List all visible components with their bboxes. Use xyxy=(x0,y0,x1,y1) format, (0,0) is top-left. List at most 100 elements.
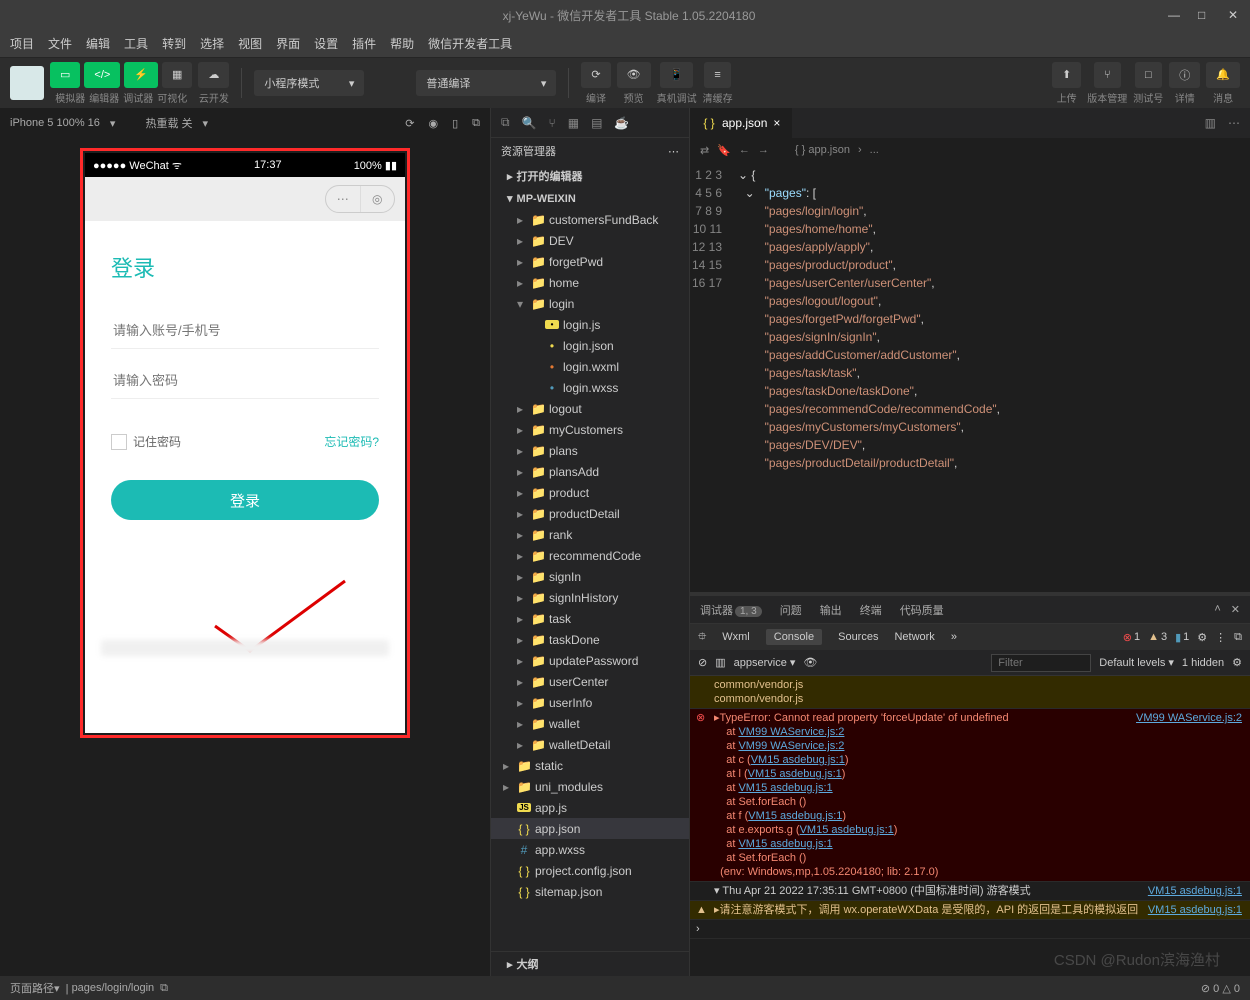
tree-app.js[interactable]: JSapp.js xyxy=(491,797,689,818)
mode-select[interactable]: 小程序模式▾ xyxy=(254,70,364,96)
info-count[interactable]: ▮1 xyxy=(1175,631,1189,644)
debugger-toggle[interactable]: ⚡ xyxy=(124,62,158,88)
cloud-dev-button[interactable]: ☁ xyxy=(198,62,229,88)
right-上传[interactable]: ⬆ xyxy=(1052,62,1081,88)
tree-walletDetail[interactable]: ▸📁walletDetail xyxy=(491,734,689,755)
db-icon[interactable]: ▤ xyxy=(591,116,602,130)
menu-微信开发者工具[interactable]: 微信开发者工具 xyxy=(428,35,512,52)
console-row[interactable]: › xyxy=(690,920,1250,939)
inspect-icon[interactable]: ⯐ xyxy=(698,628,706,647)
back-icon[interactable]: ← xyxy=(739,144,750,156)
record-icon[interactable]: ◉ xyxy=(428,117,438,130)
tree-updatePassword[interactable]: ▸📁updatePassword xyxy=(491,650,689,671)
simulator-toggle[interactable]: ▭ xyxy=(50,62,80,88)
menu-转到[interactable]: 转到 xyxy=(162,35,186,52)
tree-login.js[interactable]: •login.js xyxy=(491,314,689,335)
menu-工具[interactable]: 工具 xyxy=(124,35,148,52)
tab-problems[interactable]: 问题 xyxy=(780,602,802,618)
menu-视图[interactable]: 视图 xyxy=(238,35,262,52)
right-测试号[interactable]: □ xyxy=(1135,62,1162,88)
tree-signInHistory[interactable]: ▸📁signInHistory xyxy=(491,587,689,608)
tab-app-json[interactable]: { }app.json× xyxy=(690,108,792,138)
device-info[interactable]: iPhone 5 100% 16 xyxy=(10,117,100,129)
tree-productDetail[interactable]: ▸📁productDetail xyxy=(491,503,689,524)
devtab-console[interactable]: Console xyxy=(766,629,822,645)
tree-rank[interactable]: ▸📁rank xyxy=(491,524,689,545)
forgot-link[interactable]: 忘记密码? xyxy=(324,433,379,450)
menu-界面[interactable]: 界面 xyxy=(276,35,300,52)
copy-icon[interactable]: ⧉ xyxy=(472,117,480,130)
popout-icon[interactable]: ⧉ xyxy=(1234,631,1242,644)
device-icon[interactable]: ▯ xyxy=(452,117,458,130)
outline-header[interactable]: ▸大纲 xyxy=(491,951,689,976)
tree-userInfo[interactable]: ▸📁userInfo xyxy=(491,692,689,713)
minimize-icon[interactable]: — xyxy=(1168,8,1180,22)
error-count[interactable]: ⊗1 xyxy=(1123,631,1140,644)
menu-插件[interactable]: 插件 xyxy=(352,35,376,52)
gear-icon[interactable]: ⚙ xyxy=(1197,631,1207,644)
tree-logout[interactable]: ▸📁logout xyxy=(491,398,689,419)
close-icon[interactable]: ✕ xyxy=(1231,603,1240,616)
console-row[interactable]: common/vendor.jscommon/vendor.js xyxy=(690,676,1250,709)
tree-login[interactable]: ▾📁login xyxy=(491,293,689,314)
tree-login.json[interactable]: •login.json xyxy=(491,335,689,356)
tree-plansAdd[interactable]: ▸📁plansAdd xyxy=(491,461,689,482)
menu-帮助[interactable]: 帮助 xyxy=(390,35,414,52)
capsule-button[interactable]: ⋯◎ xyxy=(325,185,395,213)
hidden-count[interactable]: 1 hidden xyxy=(1182,657,1224,669)
code-editor[interactable]: 1 2 3 4 5 6 7 8 9 10 11 12 13 14 15 16 1… xyxy=(690,162,1250,592)
console-row[interactable]: VM15 asdebug.js:1▾ Thu Apr 21 2022 17:35… xyxy=(690,882,1250,901)
split-icon[interactable]: ▥ xyxy=(1205,116,1216,130)
tab-output[interactable]: 输出 xyxy=(820,602,842,618)
devtab-wxml[interactable]: Wxml xyxy=(722,631,750,643)
devtab-sources[interactable]: Sources xyxy=(838,631,878,643)
fwd-icon[interactable]: → xyxy=(758,144,769,156)
editor-toggle[interactable]: </> xyxy=(84,62,120,88)
tree-app.wxss[interactable]: #app.wxss xyxy=(491,839,689,860)
remember-checkbox[interactable] xyxy=(111,434,127,450)
tree-customersFundBack[interactable]: ▸📁customersFundBack xyxy=(491,209,689,230)
refresh-icon[interactable]: ⟳ xyxy=(405,117,414,130)
tree-wallet[interactable]: ▸📁wallet xyxy=(491,713,689,734)
copy-path-icon[interactable]: ⧉ xyxy=(160,982,168,995)
tree-myCustomers[interactable]: ▸📁myCustomers xyxy=(491,419,689,440)
action-预览[interactable]: 👁 xyxy=(617,62,651,88)
bookmark-icon[interactable]: 🔖 xyxy=(717,144,731,157)
login-button[interactable]: 登录 xyxy=(111,480,379,520)
ext-icon[interactable]: ▦ xyxy=(568,116,579,130)
tree-taskDone[interactable]: ▸📁taskDone xyxy=(491,629,689,650)
files-icon[interactable]: ⧉ xyxy=(501,115,510,130)
tree-login.wxml[interactable]: •login.wxml xyxy=(491,356,689,377)
context-select[interactable]: appservice ▾ xyxy=(734,656,796,669)
chevron-up-icon[interactable]: ˄ xyxy=(1214,603,1220,616)
menu-编辑[interactable]: 编辑 xyxy=(86,35,110,52)
tab-terminal[interactable]: 终端 xyxy=(860,602,882,618)
gear-icon[interactable]: ⚙ xyxy=(1232,656,1242,669)
close-tab-icon[interactable]: × xyxy=(773,116,780,130)
levels-select[interactable]: Default levels ▾ xyxy=(1099,656,1174,669)
toggle-icon[interactable]: ⇄ xyxy=(700,144,709,157)
tree-sitemap.json[interactable]: { }sitemap.json xyxy=(491,881,689,902)
more-icon[interactable]: ⋯ xyxy=(668,145,679,158)
sidebar-icon[interactable]: ▥ xyxy=(715,656,725,669)
console-row[interactable]: ⊗VM99 WAService.js:2▸TypeError: Cannot r… xyxy=(690,709,1250,882)
tree-userCenter[interactable]: ▸📁userCenter xyxy=(491,671,689,692)
devtab-more[interactable]: » xyxy=(951,631,957,643)
menu-设置[interactable]: 设置 xyxy=(314,35,338,52)
robot-icon[interactable]: ☕ xyxy=(614,116,629,130)
hot-reload[interactable]: 热重载 关 xyxy=(145,115,192,131)
eye-icon[interactable]: 👁 xyxy=(803,656,817,669)
tree-recommendCode[interactable]: ▸📁recommendCode xyxy=(491,545,689,566)
tree-uni_modules[interactable]: ▸📁uni_modules xyxy=(491,776,689,797)
tree-signIn[interactable]: ▸📁signIn xyxy=(491,566,689,587)
action-清缓存[interactable]: ≡ xyxy=(704,62,730,88)
visual-toggle[interactable]: ▦ xyxy=(162,62,192,88)
username-input[interactable] xyxy=(111,313,379,349)
clear-icon[interactable]: ⊘ xyxy=(698,656,707,669)
branch-icon[interactable]: ⑂ xyxy=(549,116,556,130)
more-icon[interactable]: ⋮ xyxy=(1215,631,1226,644)
tree-forgetPwd[interactable]: ▸📁forgetPwd xyxy=(491,251,689,272)
menu-选择[interactable]: 选择 xyxy=(200,35,224,52)
more-icon[interactable]: ⋯ xyxy=(326,186,361,212)
menu-文件[interactable]: 文件 xyxy=(48,35,72,52)
